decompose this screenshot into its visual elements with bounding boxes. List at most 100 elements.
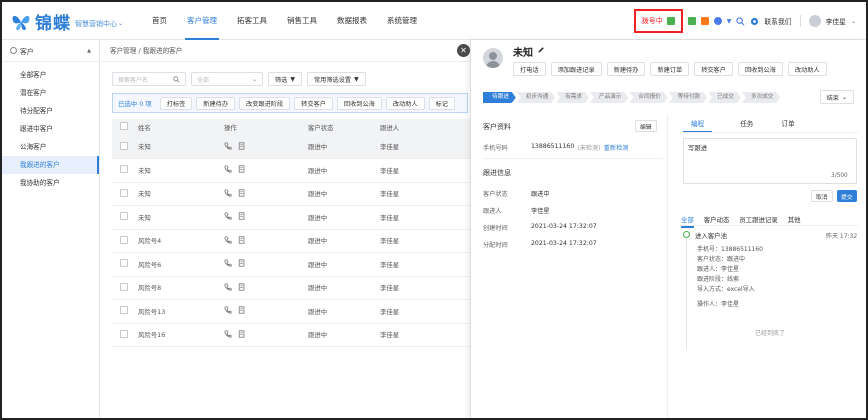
sidebar-item[interactable]: 我协助的客户 bbox=[2, 174, 99, 192]
quick-action-button[interactable]: 新建订单 bbox=[650, 62, 690, 76]
edit-profile-button[interactable]: 编辑 bbox=[635, 120, 657, 132]
sidebar-item[interactable]: 待分配客户 bbox=[2, 102, 99, 120]
phone-icon[interactable] bbox=[224, 141, 232, 152]
table-row[interactable]: 未知 跟进中 李佳星 bbox=[112, 135, 470, 159]
cell-name[interactable]: 未知 bbox=[138, 158, 224, 183]
sidebar-item[interactable]: 公海客户 bbox=[2, 138, 99, 156]
feed-tab-2[interactable]: 员工跟进记录 bbox=[739, 215, 777, 228]
stage-step[interactable]: 多次成交 bbox=[742, 92, 780, 103]
user-avatar[interactable] bbox=[808, 15, 821, 27]
select-all-checkbox[interactable] bbox=[120, 122, 128, 130]
stage-step[interactable]: 已成交 bbox=[708, 92, 741, 103]
phone-icon[interactable] bbox=[224, 165, 232, 175]
chevron-down-icon[interactable]: ⌄ bbox=[118, 20, 123, 27]
row-checkbox[interactable] bbox=[120, 188, 128, 197]
caret-down-icon[interactable]: ▼ bbox=[727, 18, 732, 25]
feed-tab-3[interactable]: 其他 bbox=[788, 215, 801, 228]
quick-action-button[interactable]: 打电话 bbox=[513, 62, 546, 76]
bulk-action-button[interactable]: 回收到公海 bbox=[336, 96, 382, 110]
table-row[interactable]: 风险号6 跟进中 李佳星 bbox=[112, 252, 470, 277]
quick-action-button[interactable]: 改动助人 bbox=[787, 62, 827, 76]
stage-step[interactable]: 产品演示 bbox=[590, 92, 628, 103]
phone-icon[interactable] bbox=[224, 259, 232, 269]
nav-item-2[interactable]: 拓客工具 bbox=[227, 2, 277, 40]
cell-name[interactable]: 风险号4 bbox=[138, 229, 224, 253]
phone-icon[interactable] bbox=[224, 306, 232, 316]
note-icon[interactable] bbox=[238, 330, 246, 340]
row-checkbox[interactable] bbox=[120, 141, 128, 150]
phone-green-icon[interactable] bbox=[666, 17, 675, 25]
note-icon[interactable] bbox=[238, 212, 246, 222]
cell-name[interactable]: 风险号6 bbox=[138, 252, 224, 277]
feed-tab-1[interactable]: 客户动态 bbox=[704, 215, 730, 228]
submit-button[interactable]: 提交 bbox=[837, 190, 857, 202]
app-orange-icon[interactable] bbox=[700, 17, 709, 25]
note-icon[interactable] bbox=[238, 141, 246, 152]
bulk-action-button[interactable]: 改动助人 bbox=[385, 96, 425, 110]
end-select[interactable]: 结束 ⌄ bbox=[819, 90, 854, 104]
nav-item-4[interactable]: 数据报表 bbox=[327, 2, 377, 40]
stage-step[interactable]: 待跟进 bbox=[483, 92, 516, 103]
common-filter-button[interactable]: 常用筛选设置 ▼ bbox=[307, 72, 366, 86]
cell-name[interactable]: 风险号13 bbox=[138, 299, 224, 324]
tab-2[interactable]: 订单 bbox=[781, 118, 794, 133]
note-icon[interactable] bbox=[238, 189, 246, 199]
bulk-action-button[interactable]: 改变跟进阶段 bbox=[239, 96, 291, 110]
nav-item-3[interactable]: 销售工具 bbox=[277, 2, 327, 40]
table-row[interactable]: 风险号8 跟进中 李佳星 bbox=[112, 276, 470, 300]
phone-icon[interactable] bbox=[224, 189, 232, 199]
note-icon[interactable] bbox=[238, 306, 246, 316]
table-row[interactable]: 风险号16 跟进中 李佳星 bbox=[112, 323, 470, 347]
phone-icon[interactable] bbox=[224, 212, 232, 222]
cell-name[interactable]: 未知 bbox=[138, 205, 224, 230]
stage-step[interactable]: 合同报价 bbox=[629, 92, 667, 103]
table-row[interactable]: 未知 跟进中 李佳星 bbox=[112, 158, 470, 183]
cancel-button[interactable]: 取消 bbox=[811, 190, 833, 202]
sidebar-item[interactable]: 潜在客户 bbox=[2, 84, 99, 102]
bulk-action-button[interactable]: 打标签 bbox=[159, 96, 193, 110]
search-icon[interactable] bbox=[173, 75, 180, 83]
app-blue-icon[interactable] bbox=[713, 17, 722, 25]
sidebar-item[interactable]: 全部客户 bbox=[2, 66, 99, 84]
bulk-action-button[interactable]: 标记 bbox=[428, 96, 455, 110]
bulk-action-button[interactable]: 新建待办 bbox=[196, 96, 236, 110]
dial-status-box[interactable]: 拨号中 bbox=[633, 9, 683, 33]
note-icon[interactable] bbox=[238, 259, 246, 269]
cell-name[interactable]: 风险号16 bbox=[138, 323, 224, 347]
user-menu-chevron-icon[interactable]: ⌄ bbox=[851, 18, 856, 25]
phone-icon[interactable] bbox=[224, 330, 232, 340]
cell-name[interactable]: 风险号8 bbox=[138, 276, 224, 300]
tab-1[interactable]: 任务 bbox=[740, 118, 753, 133]
feed-tab-0[interactable]: 全部 bbox=[681, 215, 694, 228]
nav-item-5[interactable]: 系统管理 bbox=[377, 2, 427, 40]
recheck-link[interactable]: 重新检测 bbox=[604, 143, 629, 152]
note-icon[interactable] bbox=[238, 283, 246, 293]
user-name[interactable]: 李佳星 bbox=[826, 16, 846, 26]
bulk-action-button[interactable]: 转交客户 bbox=[294, 96, 333, 110]
row-checkbox[interactable] bbox=[120, 212, 128, 221]
search-input[interactable]: 搜索客户名 bbox=[112, 72, 186, 86]
row-checkbox[interactable] bbox=[120, 259, 128, 268]
tab-0[interactable]: 编程 bbox=[683, 118, 713, 133]
table-row[interactable]: 风险号4 跟进中 李佳星 bbox=[112, 229, 470, 253]
stage-step[interactable]: 初步沟通 bbox=[517, 92, 555, 103]
row-checkbox[interactable] bbox=[120, 235, 128, 244]
nav-item-1[interactable]: 客户管理 bbox=[177, 2, 227, 40]
phone-icon[interactable] bbox=[224, 236, 232, 246]
sidebar-item[interactable]: 我跟进的客户 bbox=[2, 156, 99, 174]
filter-button[interactable]: 筛选 ▼ bbox=[268, 72, 302, 86]
table-row[interactable]: 未知 跟进中 李佳星 bbox=[112, 205, 470, 230]
table-row[interactable]: 未知 跟进中 李佳星 bbox=[112, 182, 470, 206]
row-checkbox[interactable] bbox=[120, 165, 128, 174]
all-select[interactable]: 全部 ⌄ bbox=[191, 72, 263, 86]
cell-name[interactable]: 未知 bbox=[138, 135, 224, 159]
quick-action-button[interactable]: 转交客户 bbox=[694, 62, 733, 76]
note-icon[interactable] bbox=[238, 236, 246, 246]
quick-action-button[interactable]: 回收到公海 bbox=[737, 62, 783, 76]
quick-action-button[interactable]: 新建待办 bbox=[606, 62, 646, 76]
stage-step[interactable]: 等待付款 bbox=[669, 92, 707, 103]
search-icon[interactable] bbox=[736, 16, 745, 26]
table-row[interactable]: 风险号13 跟进中 李佳星 bbox=[112, 299, 470, 324]
quick-action-button[interactable]: 添加跟进记录 bbox=[550, 62, 602, 76]
nav-item-0[interactable]: 首页 bbox=[142, 2, 177, 40]
